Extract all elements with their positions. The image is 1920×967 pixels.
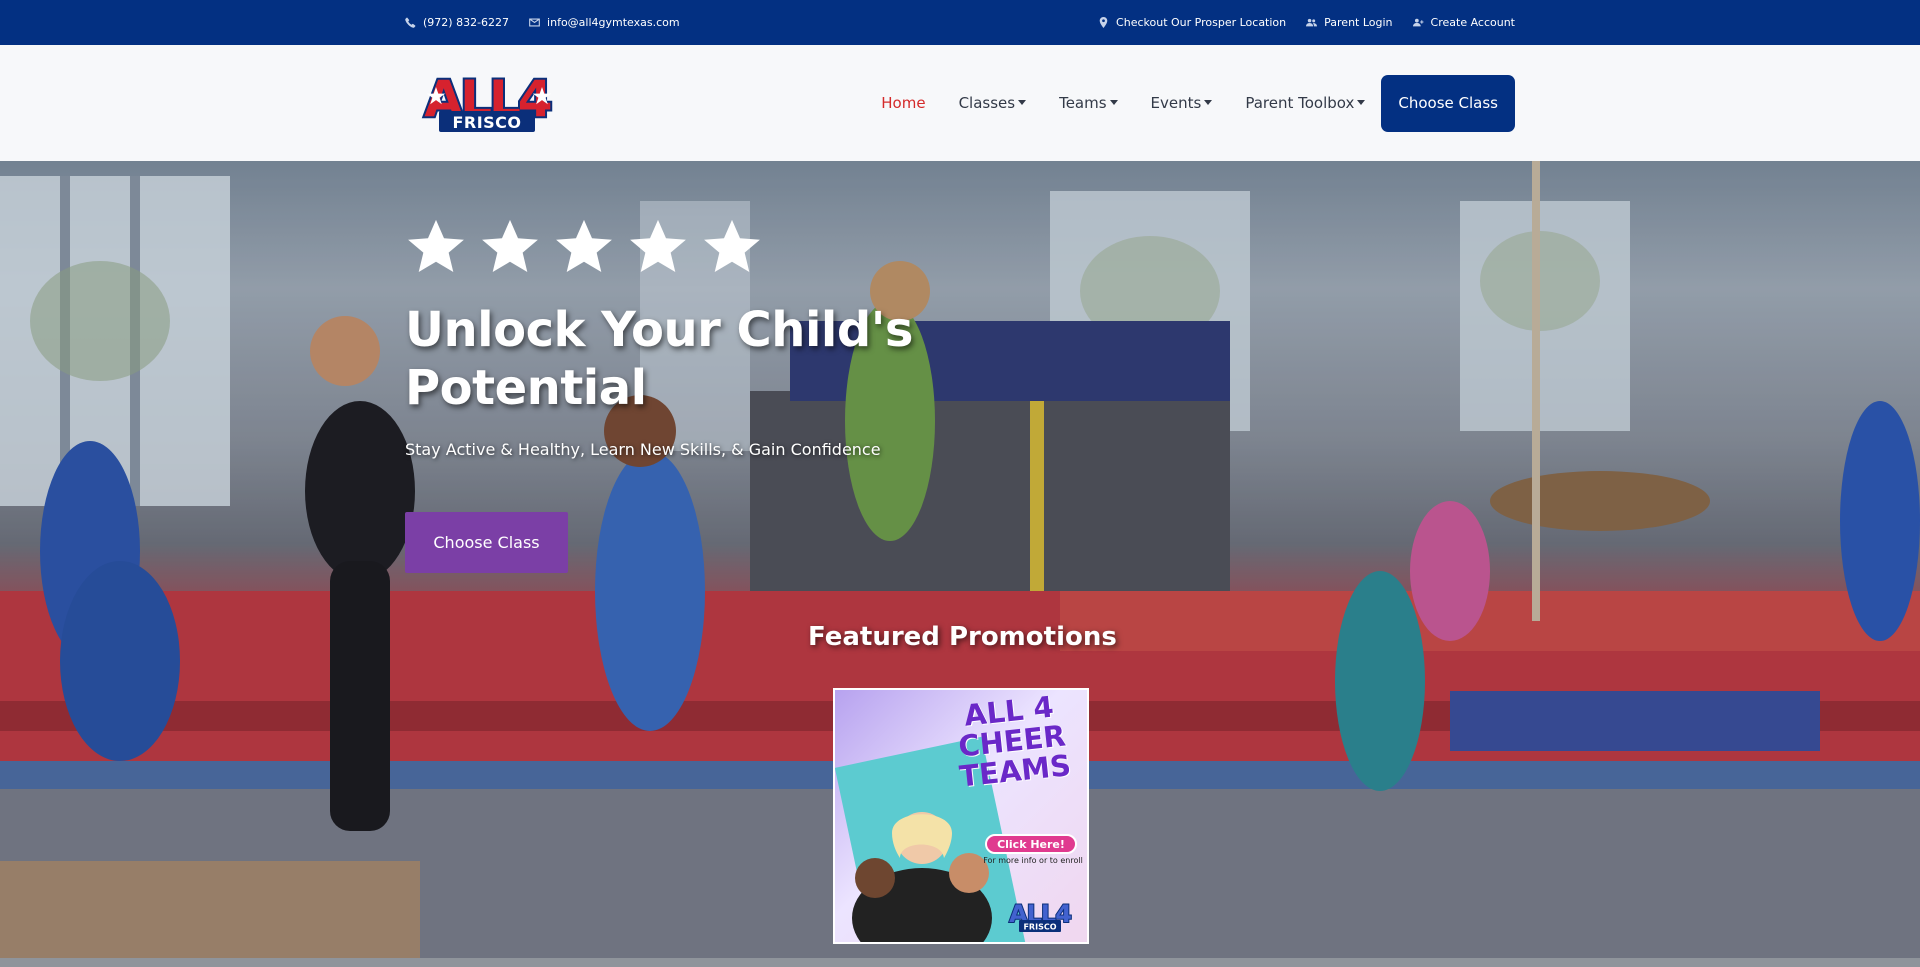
chevron-down-icon xyxy=(1357,99,1366,105)
create-account-label: Create Account xyxy=(1430,16,1515,29)
hero-title: Unlock Your Child's Potential xyxy=(405,302,913,416)
site-header: ALL4 FRISCO Home Classes Teams Events Pa… xyxy=(0,45,1920,161)
phone-link[interactable]: (972) 832-6227 xyxy=(405,16,509,29)
nav-events[interactable]: Events xyxy=(1151,94,1213,112)
star-icon xyxy=(408,219,464,273)
nav-teams[interactable]: Teams xyxy=(1059,94,1118,112)
featured-promotions-heading: Featured Promotions xyxy=(808,622,1117,652)
logo-text-bottom: FRISCO xyxy=(452,113,521,132)
phone-icon xyxy=(405,17,416,28)
top-bar: (972) 832-6227 info@all4gymtexas.com Che… xyxy=(0,0,1920,45)
section-divider xyxy=(0,958,1920,967)
cheer-teams-promo-card[interactable]: ALL 4 CHEER TEAMS Click Here! For more i… xyxy=(833,688,1089,944)
location-label: Checkout Our Prosper Location xyxy=(1116,16,1287,29)
chevron-down-icon xyxy=(1018,99,1027,105)
phone-number: (972) 832-6227 xyxy=(423,16,510,29)
hero-content: Unlock Your Child's Potential Stay Activ… xyxy=(405,161,1515,958)
hero-subtitle: Stay Active & Healthy, Learn New Skills,… xyxy=(405,440,881,459)
email-link[interactable]: info@all4gymtexas.com xyxy=(529,16,680,29)
nav-parent-toolbox-label: Parent Toolbox xyxy=(1245,94,1355,112)
promo-card-title: ALL 4 CHEER TEAMS xyxy=(956,689,1073,794)
users-icon xyxy=(1306,18,1318,27)
location-link[interactable]: Checkout Our Prosper Location xyxy=(1098,16,1286,29)
chevron-down-icon xyxy=(1204,99,1213,105)
hero-choose-class-button[interactable]: Choose Class xyxy=(405,512,568,573)
email-address: info@all4gymtexas.com xyxy=(547,16,680,29)
nav-parent-toolbox[interactable]: Parent Toolbox xyxy=(1245,94,1366,112)
nav-classes-label: Classes xyxy=(958,94,1016,112)
user-plus-icon xyxy=(1412,18,1423,27)
promo-logo-bottom: FRISCO xyxy=(1023,923,1056,932)
star-icon xyxy=(630,219,686,273)
envelope-icon xyxy=(529,18,540,27)
all4-frisco-logo[interactable]: ALL4 FRISCO xyxy=(405,70,569,136)
promo-photo xyxy=(852,812,992,942)
promo-note: For more info or to enroll xyxy=(983,856,1083,865)
contact-group: (972) 832-6227 info@all4gymtexas.com xyxy=(405,16,680,29)
nav-classes[interactable]: Classes xyxy=(959,94,1027,112)
choose-class-button[interactable]: Choose Class xyxy=(1381,74,1515,132)
parent-login-label: Parent Login xyxy=(1324,16,1393,29)
map-pin-icon xyxy=(1099,17,1108,28)
star-icon xyxy=(704,219,760,273)
chevron-down-icon xyxy=(1109,99,1118,105)
nav-events-label: Events xyxy=(1150,94,1202,112)
account-group: Checkout Our Prosper Location Parent Log… xyxy=(1098,16,1515,29)
star-icon xyxy=(556,219,612,273)
create-account-link[interactable]: Create Account xyxy=(1412,16,1515,29)
rating-stars xyxy=(405,216,763,278)
promo-all4-logo: ALL4 FRISCO xyxy=(1008,899,1073,932)
nav-home[interactable]: Home xyxy=(881,94,925,112)
hero-section: Unlock Your Child's Potential Stay Activ… xyxy=(0,161,1920,958)
star-icon xyxy=(482,219,538,273)
promo-click-here-button[interactable]: Click Here! xyxy=(985,834,1077,854)
nav-teams-label: Teams xyxy=(1059,94,1107,112)
main-nav: Home Classes Teams Events Parent Toolbox… xyxy=(848,74,1515,132)
parent-login-link[interactable]: Parent Login xyxy=(1306,16,1393,29)
